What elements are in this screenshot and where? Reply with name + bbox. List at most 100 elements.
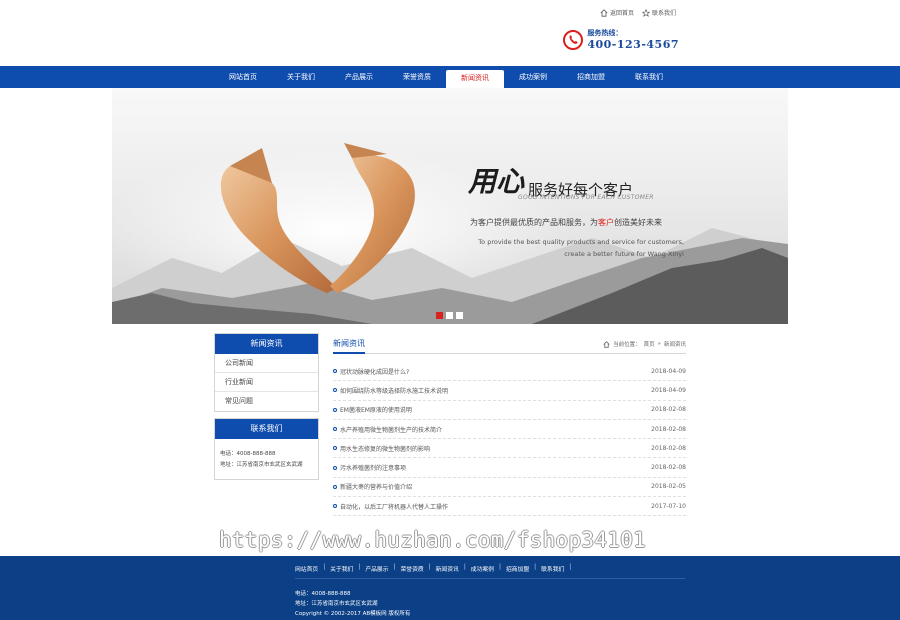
home-icon — [600, 8, 608, 17]
breadcrumb-prefix: 当前位置： — [613, 342, 641, 348]
footer-link-cases[interactable]: 成功案例 — [471, 564, 494, 573]
footer-link-honors[interactable]: 荣誉资质 — [400, 564, 423, 573]
list-item[interactable]: EM菌液EM原液的使用说明 2018-02-08 — [333, 401, 686, 420]
news-panel: 新闻资讯 当前位置： 首页 » 新闻资讯 冠状动脉硬化成因是什么? 2018-04… — [333, 334, 686, 517]
sidebar-contact-title: 联系我们 — [215, 419, 318, 439]
banner-tagline-post: 创造美好未来 — [614, 218, 662, 227]
nav-item-products[interactable]: 产品展示 — [330, 66, 388, 88]
banner-english-line-1: To provide the best quality products and… — [478, 238, 684, 246]
list-item[interactable]: 如何围绕防水等级选择防水施工技术说明 2018-04-09 — [333, 381, 686, 401]
top-links: 返回首页 联系我们 — [600, 8, 676, 17]
home-icon — [603, 340, 610, 348]
bullet-icon — [333, 446, 337, 451]
banner-tagline-pre: 为客户提供最优质的产品和服务，为 — [470, 218, 598, 227]
hotline-number: 400-123-4567 — [587, 38, 679, 51]
slider-dot-1[interactable] — [436, 312, 443, 319]
home-link-label: 返回首页 — [609, 10, 634, 17]
banner-english-line-2: create a better future for Wang Xinyi — [564, 250, 684, 258]
breadcrumb-home[interactable]: 首页 — [644, 340, 655, 348]
hotline-text: 服务热线： 400-123-4567 — [587, 28, 679, 51]
footer-address: 地址：江苏省南京市玄武区玄武湖 — [295, 601, 378, 607]
banner-english-subtitle: GOOD INTENTIONS FOR EACH CUSTOMER — [518, 194, 654, 201]
news-panel-title: 新闻资讯 — [333, 338, 365, 354]
news-date: 2018-04-09 — [651, 386, 686, 394]
footer-link-products[interactable]: 产品展示 — [365, 564, 388, 573]
news-date: 2018-02-08 — [651, 464, 686, 472]
bullet-icon — [333, 407, 337, 412]
list-item[interactable]: 水产养殖用微生物菌剂生产的技术简介 2018-02-08 — [333, 420, 686, 440]
nav-item-home[interactable]: 网站首页 — [214, 66, 272, 88]
bullet-icon — [333, 369, 337, 374]
list-item[interactable]: 新疆大枣的营养与价值介绍 2018-02-05 — [333, 478, 686, 498]
slider-dot-2[interactable] — [446, 312, 453, 319]
nav-item-honors[interactable]: 荣誉资质 — [388, 66, 446, 88]
nav-item-news[interactable]: 新闻资讯 — [446, 70, 504, 88]
main-nav: 网站首页 关于我们 产品展示 荣誉资质 新闻资讯 成功案例 招商加盟 联系我们 — [0, 66, 900, 88]
hotline-label: 服务热线： — [587, 29, 623, 37]
breadcrumb-separator: » — [657, 341, 661, 347]
footer-link-home[interactable]: 网站首页 — [295, 564, 318, 573]
breadcrumb-current[interactable]: 新闻资讯 — [664, 340, 686, 348]
footer-copyright: Copyright © 2002-2017 AB模板网 版权所有 — [295, 611, 411, 617]
banner-tagline-highlight: 客户 — [598, 218, 614, 227]
nav-item-contact[interactable]: 联系我们 — [620, 66, 678, 88]
footer-link-news[interactable]: 新闻资讯 — [436, 564, 459, 573]
nav-item-cases[interactable]: 成功案例 — [504, 66, 562, 88]
slider-dots — [436, 312, 463, 319]
nav-item-franchise[interactable]: 招商加盟 — [562, 66, 620, 88]
footer-link-franchise[interactable]: 招商加盟 — [506, 564, 529, 573]
footer-divider — [295, 578, 685, 579]
hero-banner: 用心 服务好每个客户 GOOD INTENTIONS FOR EACH CUST… — [112, 88, 788, 324]
news-title: 水产养殖用微生物菌剂生产的技术简介 — [340, 426, 443, 434]
sidebar-contact-box: 联系我们 电话：4008-888-888 地址：江苏省南京市玄武区玄武湖 — [214, 418, 319, 480]
sidebar-item-company-news[interactable]: 公司新闻 — [215, 354, 318, 373]
news-list: 冠状动脉硬化成因是什么? 2018-04-09 如何围绕防水等级选择防水施工技术说… — [333, 362, 686, 517]
sidebar-news-box: 新闻资讯 公司新闻 行业新闻 常见问题 — [214, 333, 319, 412]
bullet-icon — [333, 465, 337, 470]
footer-link-about[interactable]: 关于我们 — [330, 564, 353, 573]
list-item[interactable]: 冠状动脉硬化成因是什么? 2018-04-09 — [333, 362, 686, 382]
footer-phone: 电话：4008-888-888 — [295, 591, 351, 597]
bullet-icon — [333, 504, 337, 509]
sidebar-item-faq[interactable]: 常见问题 — [215, 392, 318, 411]
news-title: 新疆大枣的营养与价值介绍 — [340, 484, 413, 492]
news-date: 2018-02-05 — [651, 483, 686, 491]
footer-info: 电话：4008-888-888 地址：江苏省南京市玄武区玄武湖 Copyrigh… — [295, 589, 410, 619]
banner-artwork — [112, 88, 788, 324]
banner-english-tagline: To provide the best quality products and… — [478, 236, 684, 260]
banner-tagline: 为客户提供最优质的产品和服务，为客户创造美好未来 — [470, 217, 662, 228]
news-title: 用水生态修复的微生物菌剂的影响 — [340, 445, 431, 453]
sidebar-news-title: 新闻资讯 — [215, 334, 318, 354]
footer-nav: 网站首页 | 关于我们 | 产品展示 | 荣誉资质 | 新闻资讯 | 成功案例 | 招商加盟… — [295, 564, 572, 573]
sidebar-contact-address: 地址：江苏省南京市玄武区玄武湖 — [220, 462, 303, 468]
list-item[interactable]: 用水生态修复的微生物菌剂的影响 2018-02-08 — [333, 439, 686, 459]
breadcrumb: 当前位置： 首页 » 新闻资讯 — [603, 340, 686, 348]
bullet-icon — [333, 484, 337, 489]
banner-calligraphy: 用心 — [468, 165, 525, 198]
news-panel-header: 新闻资讯 当前位置： 首页 » 新闻资讯 — [333, 334, 686, 354]
nav-item-about[interactable]: 关于我们 — [272, 66, 330, 88]
sidebar-contact-phone: 电话：4008-888-888 — [220, 451, 276, 457]
news-title: 污水养殖菌剂的注意事项 — [340, 465, 407, 473]
news-title: 冠状动脉硬化成因是什么? — [340, 368, 410, 376]
footer-link-contact[interactable]: 联系我们 — [541, 564, 564, 573]
news-date: 2018-02-08 — [651, 425, 686, 433]
slider-dot-3[interactable] — [456, 312, 463, 319]
home-link[interactable]: 返回首页 — [600, 8, 634, 17]
star-icon — [641, 8, 650, 17]
sidebar-contact-body: 电话：4008-888-888 地址：江苏省南京市玄武区玄武湖 — [215, 439, 318, 479]
bullet-icon — [333, 427, 337, 432]
news-title: 自动化，以后工厂将机器人代替人工操作 — [340, 503, 449, 511]
bullet-icon — [333, 388, 337, 393]
news-date: 2018-02-08 — [651, 406, 686, 414]
watermark: https://www.huzhan.com/fshop34101 — [219, 528, 647, 552]
news-title: 如何围绕防水等级选择防水施工技术说明 — [340, 387, 449, 395]
contact-link[interactable]: 联系我们 — [641, 8, 676, 17]
list-item[interactable]: 自动化，以后工厂将机器人代替人工操作 2017-07-10 — [333, 497, 686, 517]
news-date: 2018-02-08 — [651, 444, 686, 452]
sidebar-item-industry-news[interactable]: 行业新闻 — [215, 373, 318, 392]
list-item[interactable]: 污水养殖菌剂的注意事项 2018-02-08 — [333, 458, 686, 478]
phone-icon — [563, 29, 584, 50]
hotline: 服务热线： 400-123-4567 — [563, 28, 679, 51]
news-date: 2017-07-10 — [651, 502, 686, 510]
